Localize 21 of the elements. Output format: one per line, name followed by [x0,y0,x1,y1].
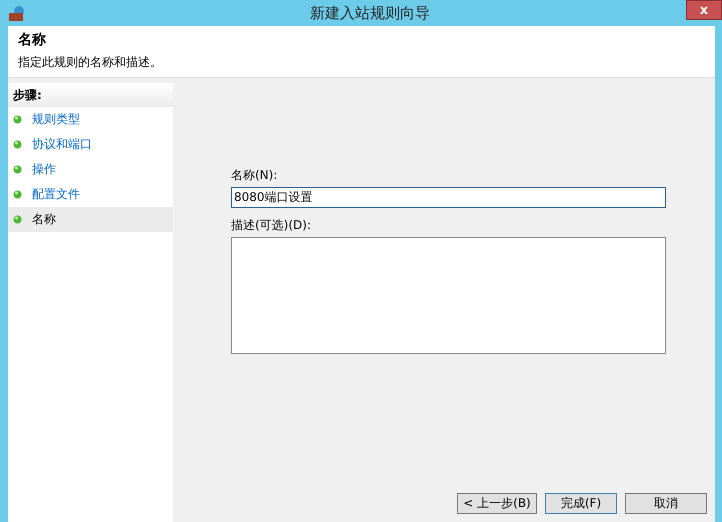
dialog-button[interactable]: 完成(F) [545,493,617,514]
dialog-button[interactable]: 取消 [625,493,707,514]
bullet-icon [13,190,22,199]
bullet-icon [13,215,22,224]
bullet-icon [13,140,22,149]
step-item[interactable]: 规则类型 [8,107,173,132]
name-field[interactable]: 8080端口设置 [231,187,666,208]
description-field[interactable] [231,237,666,354]
step-item[interactable]: 操作 [8,157,173,182]
page-description: 指定此规则的名称和描述。 [18,54,163,71]
name-label: 名称(N): [231,167,278,184]
step-item[interactable]: 协议和端口 [8,132,173,157]
bullet-icon [13,165,22,174]
window-title: 新建入站规则向导 [309,4,430,22]
bullet-icon [13,115,22,124]
close-button[interactable]: x [686,0,722,20]
step-item[interactable]: 配置文件 [8,182,173,207]
step-item[interactable]: 名称 [8,207,173,232]
dialog-button[interactable]: < 上一步(B) [457,493,537,514]
description-label: 描述(可选)(D): [231,217,312,234]
page-title: 名称 [18,31,47,49]
